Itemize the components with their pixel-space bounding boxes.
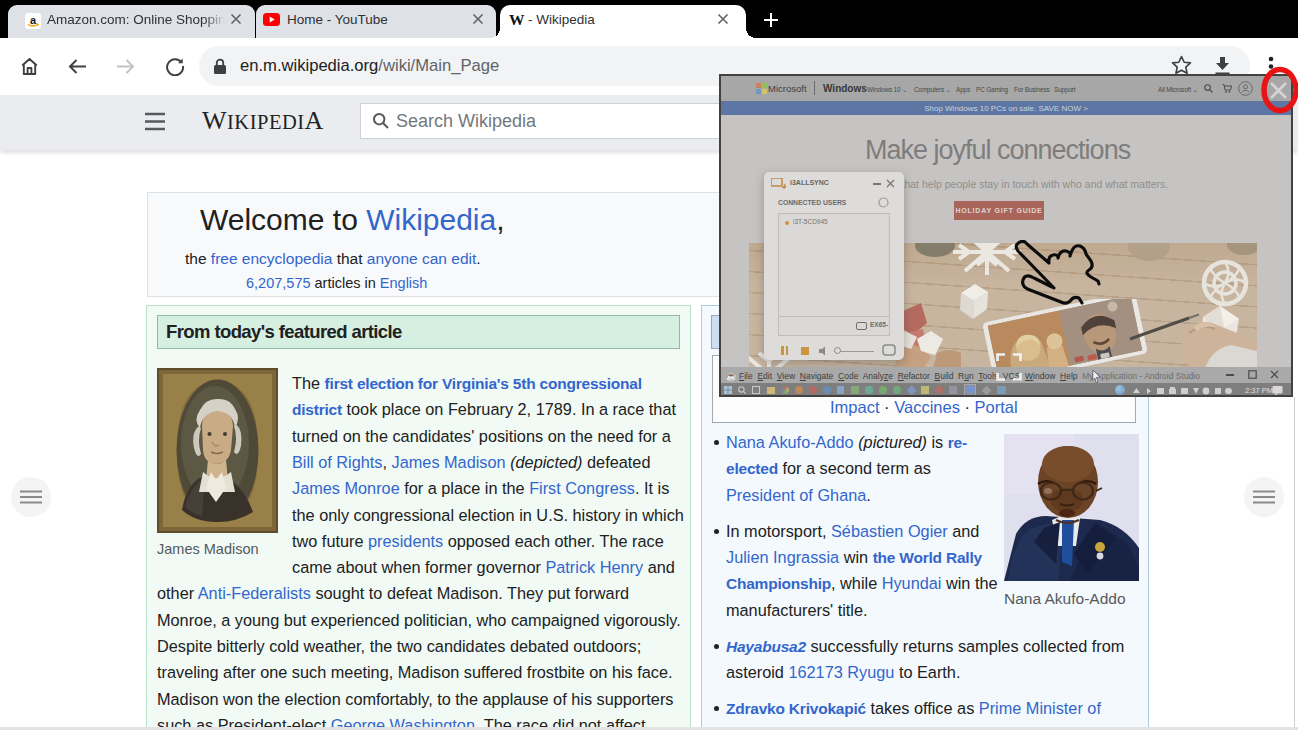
svg-text:a: a — [30, 14, 37, 26]
